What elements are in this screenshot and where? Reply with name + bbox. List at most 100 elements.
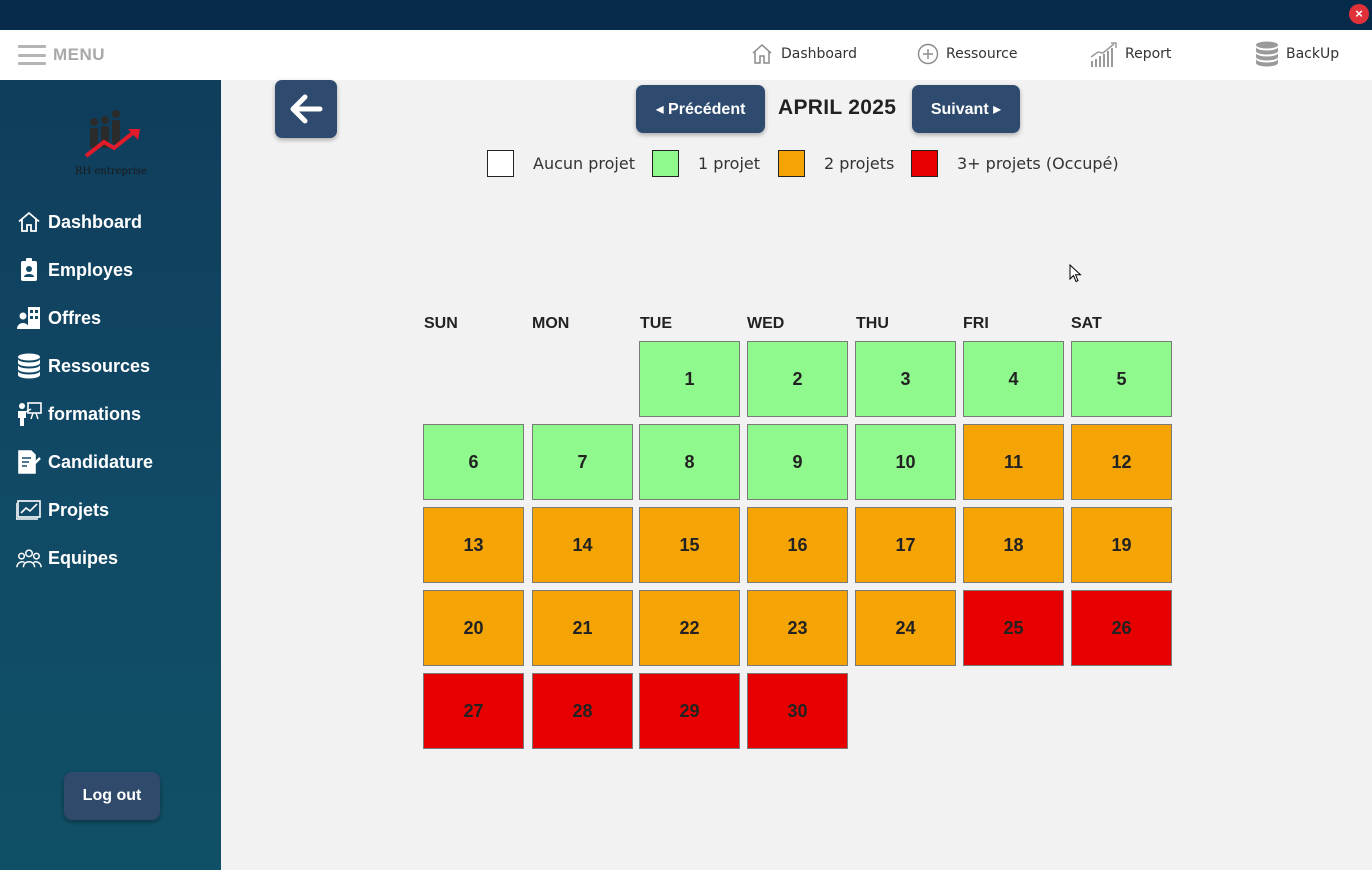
calendar-day-cell[interactable]: 13	[423, 507, 524, 583]
calendar-day-cell[interactable]: 16	[747, 507, 848, 583]
sidebar: RH entreprise Dashboard Employes Offres …	[0, 80, 221, 870]
calendar-day-cell[interactable]: 20	[423, 590, 524, 666]
weekday-header-sun: SUN	[424, 315, 458, 332]
weekday-header-wed: WED	[747, 315, 785, 332]
calendar-day-cell[interactable]: 3	[855, 341, 956, 417]
sidebar-item-employes[interactable]: Employes	[16, 255, 133, 285]
weekday-header-tue: TUE	[640, 315, 672, 332]
window-titlebar: ×	[0, 0, 1372, 30]
mouse-cursor-icon	[1069, 264, 1082, 283]
database-icon	[16, 353, 42, 379]
sidebar-item-candidature[interactable]: Candidature	[16, 447, 153, 477]
calendar-day-cell[interactable]: 5	[1071, 341, 1172, 417]
sidebar-item-label: Employes	[48, 259, 134, 280]
calendar-day-cell[interactable]: 9	[747, 424, 848, 500]
calendar-day-cell[interactable]: 21	[532, 590, 633, 666]
close-window-button[interactable]: ×	[1349, 4, 1369, 24]
calendar-day-cell[interactable]: 10	[855, 424, 956, 500]
topnav-ressource[interactable]: Ressource	[917, 40, 1018, 68]
calendar-day-cell[interactable]: 24	[855, 590, 956, 666]
logo-text: RH entreprise	[75, 166, 147, 177]
sidebar-item-label: Dashboard	[48, 211, 143, 232]
calendar-day-cell[interactable]: 6	[423, 424, 524, 500]
topnav-ressource-label: Ressource	[946, 46, 1018, 62]
company-logo: RH entreprise	[68, 108, 154, 186]
chart-board-icon	[16, 498, 42, 522]
topnav-backup[interactable]: BackUp	[1255, 40, 1339, 68]
sidebar-item-ressources[interactable]: Ressources	[16, 351, 150, 381]
home-icon	[752, 43, 772, 64]
legend-swatch	[778, 150, 805, 177]
legend-swatch	[652, 150, 679, 177]
calendar-day-cell[interactable]: 30	[747, 673, 848, 749]
topnav-backup-label: BackUp	[1286, 46, 1340, 62]
sidebar-item-projets[interactable]: Projets	[16, 495, 109, 525]
legend-item-one: 1 projet	[652, 150, 760, 177]
next-month-button[interactable]: Suivant ▸	[912, 85, 1020, 133]
id-badge-icon	[16, 258, 42, 282]
legend-item-two: 2 projets	[778, 150, 894, 177]
building-person-icon	[16, 306, 42, 330]
legend-swatch	[911, 150, 938, 177]
team-icon	[16, 546, 42, 570]
legend-label: 3+ projets (Occupé)	[957, 154, 1119, 173]
calendar-day-cell[interactable]: 15	[639, 507, 740, 583]
calendar-day-cell[interactable]: 25	[963, 590, 1064, 666]
hamburger-icon	[18, 45, 46, 65]
calendar-day-cell[interactable]: 28	[532, 673, 633, 749]
calendar-day-cell[interactable]: 11	[963, 424, 1064, 500]
legend-swatch	[487, 150, 514, 177]
calendar-day-cell[interactable]: 19	[1071, 507, 1172, 583]
calendar-day-cell[interactable]: 7	[532, 424, 633, 500]
menu-label: MENU	[53, 45, 106, 64]
sidebar-item-label: formations	[48, 403, 142, 424]
back-button[interactable]	[275, 80, 337, 138]
topnav-report-label: Report	[1125, 46, 1172, 62]
weekday-header-fri: FRI	[963, 315, 989, 332]
calendar-day-cell[interactable]: 12	[1071, 424, 1172, 500]
weekday-header-mon: MON	[532, 315, 570, 332]
topnav-dashboard[interactable]: Dashboard	[750, 40, 857, 68]
calendar-day-cell[interactable]: 2	[747, 341, 848, 417]
sidebar-item-offres[interactable]: Offres	[16, 303, 101, 333]
logout-button[interactable]: Log out	[64, 772, 160, 820]
weekday-header-sat: SAT	[1071, 315, 1102, 332]
legend-item-three: 3+ projets (Occupé)	[911, 150, 1119, 177]
legend-label: Aucun projet	[533, 154, 635, 173]
sidebar-item-label: Equipes	[48, 547, 119, 568]
sidebar-item-dashboard[interactable]: Dashboard	[16, 207, 142, 237]
calendar-day-cell[interactable]: 17	[855, 507, 956, 583]
calendar-day-cell[interactable]: 23	[747, 590, 848, 666]
calendar-day-cell[interactable]: 29	[639, 673, 740, 749]
sidebar-item-label: Offres	[48, 307, 102, 328]
calendar-day-cell[interactable]: 22	[639, 590, 740, 666]
sidebar-item-label: Projets	[48, 499, 110, 520]
legend-item-none: Aucun projet	[487, 150, 635, 177]
sidebar-item-formations[interactable]: formations	[16, 399, 141, 429]
topnav-dashboard-label: Dashboard	[781, 46, 857, 62]
calendar-day-cell[interactable]: 4	[963, 341, 1064, 417]
chart-icon	[1090, 42, 1117, 67]
legend-label: 1 projet	[698, 154, 760, 173]
calendar-day-cell[interactable]: 27	[423, 673, 524, 749]
calendar-day-cell[interactable]: 26	[1071, 590, 1172, 666]
sidebar-item-label: Ressources	[48, 355, 151, 376]
weekday-header-thu: THU	[856, 315, 889, 332]
presentation-icon	[16, 402, 42, 426]
calendar-day-cell[interactable]: 8	[639, 424, 740, 500]
database-icon	[1256, 41, 1278, 67]
home-icon	[16, 210, 42, 234]
previous-month-button[interactable]: ◂ Précédent	[636, 85, 765, 133]
plus-circle-icon	[917, 43, 939, 65]
calendar-day-cell[interactable]: 1	[639, 341, 740, 417]
legend-label: 2 projets	[824, 154, 895, 173]
sidebar-item-equipes[interactable]: Equipes	[16, 543, 118, 573]
sidebar-item-label: Candidature	[48, 451, 154, 472]
arrow-left-icon	[290, 94, 323, 124]
topnav-report[interactable]: Report	[1090, 40, 1171, 68]
menu-toggle-button[interactable]: MENU	[18, 44, 105, 66]
month-title: APRIL 2025	[778, 96, 897, 119]
calendar-day-cell[interactable]: 18	[963, 507, 1064, 583]
document-sign-icon	[16, 450, 42, 474]
calendar-day-cell[interactable]: 14	[532, 507, 633, 583]
